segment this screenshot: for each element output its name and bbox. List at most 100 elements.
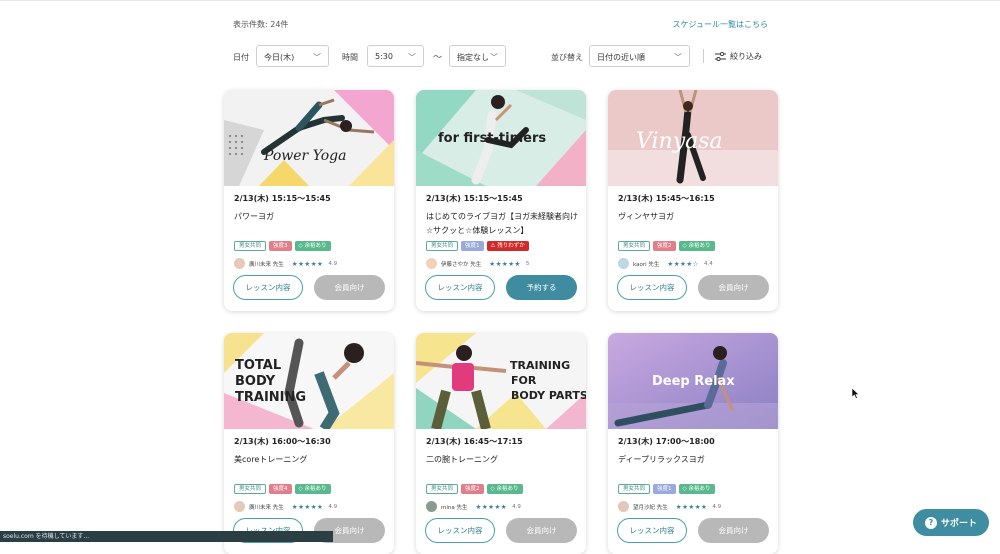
members-only-button[interactable]: 会員向け	[698, 275, 769, 300]
rating-stars: ★★★★☆	[667, 259, 700, 268]
avatar	[234, 501, 245, 512]
top-divider	[0, 0, 1000, 1]
lesson-badges: 男女共同 強度2 ◇ 余裕あり	[618, 241, 715, 251]
lesson-banner: TRAINING FOR BODY PARTS	[416, 333, 586, 429]
members-only-button[interactable]: 会員向け	[506, 518, 577, 543]
lesson-time: 2/13(木) 17:00〜18:00	[618, 437, 715, 446]
lesson-card[interactable]: TRAINING FOR BODY PARTS 2/13(木) 16:45〜17…	[416, 333, 586, 554]
rating-value: 4.9	[512, 503, 521, 510]
date-select-value: 今日(木)	[264, 53, 295, 62]
sort-label: 並び替え	[551, 53, 583, 62]
time-filter-label: 時間	[342, 53, 358, 62]
time-end-select[interactable]: 指定なし ﹀	[449, 45, 506, 67]
sliders-icon	[715, 52, 726, 61]
intensity-badge: 強度4	[269, 484, 292, 494]
banner-title: for first-timers	[438, 131, 546, 146]
lesson-detail-button[interactable]: レッスン内容	[617, 518, 687, 543]
lesson-title: 二の腕トレーニング	[426, 455, 498, 464]
gender-badge: 男女共同	[426, 241, 459, 251]
chevron-down-icon: ﹀	[313, 53, 321, 62]
avatar	[618, 501, 629, 512]
filter-label: 絞り込み	[730, 52, 762, 61]
banner-title-line: BODY PARTS	[511, 389, 586, 402]
teacher-name: kaori 先生	[633, 261, 660, 268]
rating-stars: ★★★★★	[291, 502, 324, 511]
lesson-detail-button[interactable]: レッスン内容	[233, 275, 303, 300]
filter-button[interactable]: 絞り込み	[715, 51, 762, 62]
rating-value: 4.4	[704, 260, 713, 267]
lesson-badges: 男女共同 強度4 ◇ 余裕あり	[234, 484, 331, 494]
lesson-time: 2/13(木) 16:45〜17:15	[426, 437, 523, 446]
date-filter-label: 日付	[233, 53, 249, 62]
banner-title: Vinyasa	[636, 129, 723, 154]
availability-badge: ◇ 余裕あり	[486, 484, 523, 494]
banner-title-line: TOTAL	[235, 358, 281, 373]
lesson-detail-button[interactable]: レッスン内容	[617, 275, 687, 300]
intensity-badge: 強度2	[461, 484, 484, 494]
banner-title: Deep Relax	[652, 374, 735, 389]
lesson-card[interactable]: TOTAL BODY TRAINING 2/13(木) 16:00〜16:30 …	[224, 333, 394, 554]
rating-stars: ★★★★★	[489, 259, 521, 268]
chevron-down-icon: ﹀	[490, 53, 498, 62]
lesson-badges: 男女共同 強度1 ⚠ 残りわずか	[426, 241, 529, 251]
schedule-list-link[interactable]: スケジュール一覧はこちら	[673, 19, 768, 30]
gender-badge: 男女共同	[618, 484, 651, 494]
teacher-name: mina 先生	[441, 504, 468, 511]
teacher-info: mina 先生 ★★★★★ 4.9	[426, 501, 521, 512]
availability-badge: ◇ 余裕あり	[678, 241, 715, 251]
teacher-info: 望月沙紀 先生 ★★★★★ 4.9	[618, 501, 721, 512]
lesson-card[interactable]: Vinyasa 2/13(木) 15:45〜16:15 ヴィンヤサヨガ 男女共同…	[608, 90, 778, 311]
teacher-name: 伊藤さやか 先生	[441, 261, 482, 268]
lesson-banner: Power Yoga	[224, 90, 394, 186]
filter-divider	[703, 49, 704, 63]
lesson-card[interactable]: for first-timers 2/13(木) 15:15〜15:45 はじめ…	[416, 90, 586, 311]
lesson-badges: 男女共同 強度1 ◇ 余裕あり	[618, 484, 715, 494]
teacher-name: 廣川未来 先生	[249, 504, 284, 511]
gender-badge: 男女共同	[618, 241, 651, 251]
members-only-button[interactable]: 会員向け	[698, 518, 769, 543]
time-start-value: 5:30	[375, 52, 393, 61]
lesson-banner: TOTAL BODY TRAINING	[224, 333, 394, 429]
lesson-detail-button[interactable]: レッスン内容	[425, 518, 495, 543]
teacher-name: 廣川未来 先生	[249, 261, 284, 268]
avatar	[426, 501, 437, 512]
lesson-time: 2/13(木) 15:15〜15:45	[234, 194, 331, 203]
gender-badge: 男女共同	[426, 484, 459, 494]
avatar	[426, 258, 437, 269]
lesson-banner: Vinyasa	[608, 90, 778, 186]
chevron-down-icon: ﹀	[408, 53, 416, 62]
lesson-badges: 男女共同 強度2 ◇ 余裕あり	[426, 484, 523, 494]
intensity-badge: 強度1	[653, 484, 676, 494]
availability-badge: ◇ 余裕あり	[294, 241, 331, 251]
rating-stars: ★★★★★	[291, 259, 324, 268]
sort-select[interactable]: 日付の近い順 ﹀	[589, 45, 690, 67]
time-end-value: 指定なし	[457, 53, 489, 62]
time-range-separator: 〜	[433, 53, 443, 63]
intensity-badge: 強度1	[461, 241, 484, 251]
intensity-badge: 強度3	[269, 241, 292, 251]
lesson-title: ヴィンヤサヨガ	[618, 212, 674, 221]
rating-stars: ★★★★★	[475, 502, 508, 511]
lesson-card[interactable]: Deep Relax 2/13(木) 17:00〜18:00 ディープリラックス…	[608, 333, 778, 554]
lesson-card[interactable]: Power Yoga 2/13(木) 15:15〜15:45 パワーヨガ 男女共…	[224, 90, 394, 311]
teacher-info: 伊藤さやか 先生 ★★★★★ 5	[426, 258, 529, 269]
gender-badge: 男女共同	[234, 484, 267, 494]
time-start-select[interactable]: 5:30 ﹀	[367, 45, 424, 67]
banner-title-line: FOR	[511, 374, 537, 387]
lesson-title: はじめてのライブヨガ【ヨガ未経験者向け☆サクッと☆体験レッスン】	[426, 212, 578, 235]
banner-title-line: TRAINING	[510, 359, 570, 372]
lesson-banner: for first-timers	[416, 90, 586, 186]
support-label: サポート	[940, 519, 977, 529]
rating-value: 4.9	[328, 260, 338, 267]
date-select[interactable]: 今日(木) ﹀	[256, 45, 329, 67]
mouse-cursor-icon	[852, 388, 860, 399]
sort-select-value: 日付の近い順	[597, 53, 645, 62]
lesson-detail-button[interactable]: レッスン内容	[425, 275, 495, 300]
members-only-button[interactable]: 会員向け	[314, 275, 385, 300]
support-button[interactable]: ? サポート	[913, 509, 989, 536]
availability-badge: ◇ 余裕あり	[294, 484, 331, 494]
reserve-button[interactable]: 予約する	[506, 275, 577, 300]
banner-title-line: TRAINING	[235, 390, 306, 405]
chevron-down-icon: ﹀	[674, 53, 682, 62]
rating-stars: ★★★★★	[675, 502, 708, 511]
